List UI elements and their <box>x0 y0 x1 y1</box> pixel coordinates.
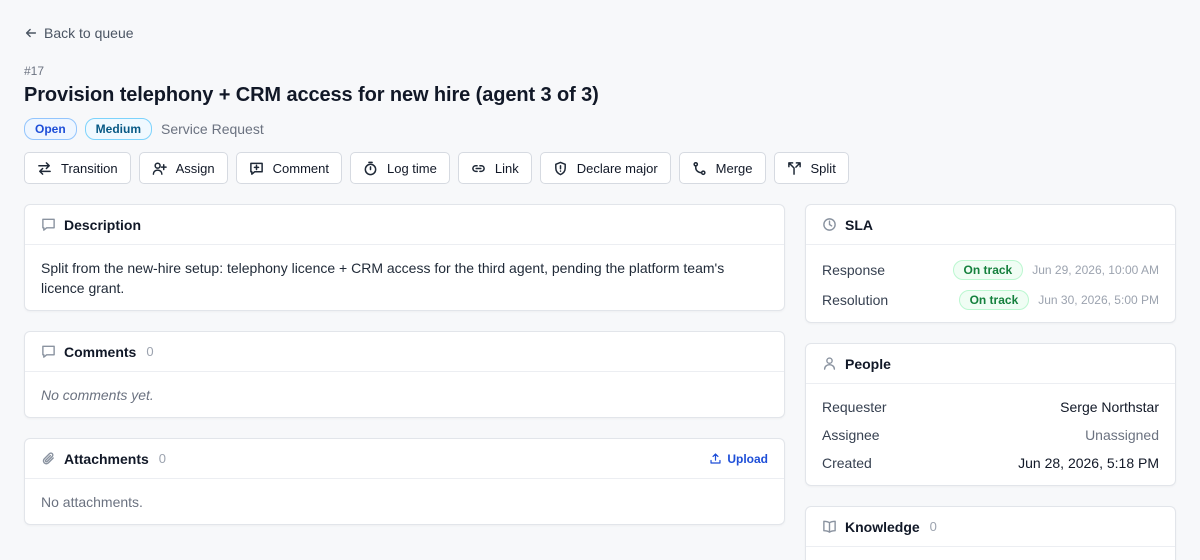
sla-header: SLA <box>806 205 1175 245</box>
upload-label: Upload <box>727 451 768 466</box>
attachments-count: 0 <box>158 451 167 466</box>
message-plus-icon <box>249 162 263 175</box>
attachments-card: Attachments 0 Upload No attachments. <box>24 438 785 525</box>
requester-value: Serge Northstar <box>1060 399 1159 415</box>
merge-label: Merge <box>715 160 753 176</box>
transition-label: Transition <box>61 160 118 176</box>
message-square-icon <box>42 218 55 231</box>
people-row-created: Created Jun 28, 2026, 5:18 PM <box>822 449 1159 477</box>
sla-title: SLA <box>845 216 873 233</box>
shield-alert-icon <box>554 161 566 175</box>
merge-button[interactable]: Merge <box>678 152 766 184</box>
timer-icon <box>364 161 377 175</box>
link-label: Link <box>494 160 519 176</box>
comments-count: 0 <box>146 344 154 359</box>
sla-rows: Response On track Jun 29, 2026, 10:00 AM… <box>806 245 1175 315</box>
message-square-icon <box>42 345 55 358</box>
assign-button[interactable]: Assign <box>138 152 228 184</box>
sla-row-response: Response On track Jun 29, 2026, 10:00 AM <box>822 255 1159 285</box>
comments-header: Comments 0 <box>25 332 784 372</box>
assign-label: Assign <box>175 160 215 176</box>
upload-button[interactable]: Upload <box>709 452 768 466</box>
split-button[interactable]: Split <box>773 152 849 184</box>
people-header: People <box>806 344 1175 384</box>
knowledge-header: Knowledge 0 <box>806 507 1175 547</box>
assignee-label: Assignee <box>822 427 880 443</box>
merge-icon <box>693 161 706 175</box>
sla-status-badge: On track <box>952 260 1024 280</box>
sla-row-values: On track Jun 29, 2026, 10:00 AM <box>952 260 1159 280</box>
sla-row-time: Jun 29, 2026, 10:00 AM <box>1032 263 1159 277</box>
ticket-meta: Open Medium Service Request <box>24 118 264 140</box>
knowledge-count: 0 <box>929 519 937 534</box>
created-label: Created <box>822 455 872 471</box>
comment-button[interactable]: Comment <box>235 152 342 184</box>
paperclip-icon <box>42 452 54 465</box>
requester-label: Requester <box>822 399 887 415</box>
link-button[interactable]: Link <box>457 152 532 184</box>
user-icon <box>823 357 836 370</box>
link-icon <box>472 164 485 172</box>
split-icon <box>787 161 801 175</box>
sla-row-time: Jun 30, 2026, 5:00 PM <box>1038 293 1159 307</box>
back-label: Back to queue <box>44 25 134 41</box>
log-time-label: Log time <box>387 160 437 176</box>
description-header: Description <box>25 205 784 245</box>
transition-button[interactable]: Transition <box>24 152 131 184</box>
ticket-id: #17 <box>24 64 45 78</box>
priority-badge: Medium <box>84 118 153 140</box>
status-badge: Open <box>24 118 77 140</box>
clock-icon <box>823 218 836 231</box>
attachments-empty: No attachments. <box>41 494 143 510</box>
people-rows: Requester Serge Northstar Assignee Unass… <box>806 384 1175 477</box>
knowledge-title: Knowledge <box>845 518 920 535</box>
attachments-title: Attachments <box>64 450 149 467</box>
sla-card: SLA Response On track Jun 29, 2026, 10:0… <box>805 204 1176 323</box>
description-text: Split from the new-hire setup: telephony… <box>41 260 725 296</box>
book-open-icon <box>823 520 836 533</box>
arrows-left-right-icon <box>38 161 51 175</box>
page-title: Provision telephony + CRM access for new… <box>24 84 599 106</box>
people-row-assignee: Assignee Unassigned <box>822 421 1159 449</box>
created-value: Jun 28, 2026, 5:18 PM <box>1018 455 1159 471</box>
comment-label: Comment <box>272 160 329 176</box>
arrow-left-icon <box>25 28 37 38</box>
sla-row-label: Response <box>822 262 886 278</box>
description-title: Description <box>64 216 142 233</box>
user-plus-icon <box>152 162 167 175</box>
sla-row-label: Resolution <box>822 292 889 308</box>
ticket-type: Service Request <box>161 121 264 137</box>
comments-title: Comments <box>64 343 137 360</box>
people-row-requester: Requester Serge Northstar <box>822 393 1159 421</box>
comments-card: Comments 0 No comments yet. <box>24 331 785 418</box>
description-card: Description Split from the new-hire setu… <box>24 204 785 311</box>
sla-row-resolution: Resolution On track Jun 30, 2026, 5:00 P… <box>822 285 1159 315</box>
knowledge-card: Knowledge 0 <box>805 506 1176 560</box>
comments-empty: No comments yet. <box>41 387 154 403</box>
sla-row-values: On track Jun 30, 2026, 5:00 PM <box>958 290 1159 310</box>
people-card: People Requester Serge Northstar Assigne… <box>805 343 1176 486</box>
sla-status-badge: On track <box>958 290 1030 310</box>
back-to-queue-link[interactable]: Back to queue <box>24 25 134 41</box>
people-title: People <box>845 355 891 372</box>
assignee-value: Unassigned <box>1085 427 1159 443</box>
attachments-header: Attachments 0 Upload <box>25 439 784 479</box>
declare-major-label: Declare major <box>576 160 658 176</box>
action-toolbar: Transition Assign Comment Log time Link … <box>24 152 849 184</box>
declare-major-button[interactable]: Declare major <box>539 152 671 184</box>
log-time-button[interactable]: Log time <box>350 152 450 184</box>
upload-icon <box>710 453 721 464</box>
split-label: Split <box>810 160 836 176</box>
